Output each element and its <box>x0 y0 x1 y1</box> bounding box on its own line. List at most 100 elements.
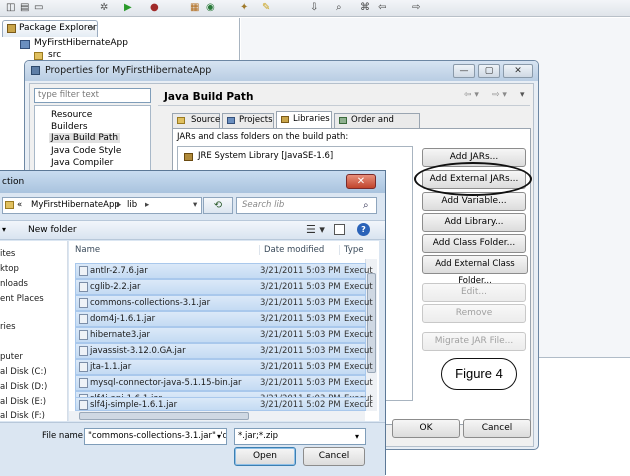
tab-libraries[interactable]: Libraries <box>276 111 332 128</box>
gear-icon[interactable]: ✲ <box>100 2 108 13</box>
print-icon[interactable]: ▭ <box>34 2 43 13</box>
scrollbar-horizontal[interactable] <box>69 411 365 421</box>
filetype-value: *.jar;*.zip <box>238 431 279 441</box>
save-icon[interactable]: ▤ <box>20 2 29 13</box>
nav-downloads[interactable]: nloads <box>0 279 28 289</box>
external-tools-icon[interactable]: ◉ <box>206 2 215 13</box>
remove-button[interactable]: Remove <box>422 304 526 323</box>
new-icon[interactable]: ◫ <box>6 2 15 13</box>
edit-button[interactable]: Edit... <box>422 283 526 302</box>
nav-disk-c[interactable]: al Disk (C:) <box>0 367 47 377</box>
close-icon[interactable]: ✕ <box>89 21 96 36</box>
address-dropdown-icon[interactable]: ▾ <box>193 198 197 213</box>
menu-icon[interactable]: ▾ <box>520 90 525 100</box>
migrate-jar-button[interactable]: Migrate JAR File... <box>422 332 526 351</box>
tree-item-java-build-path[interactable]: Java Build Path <box>49 133 121 143</box>
filter-input[interactable]: type filter text <box>34 88 151 103</box>
hscroll-thumb[interactable] <box>79 412 249 420</box>
tree-item-builders[interactable]: Builders <box>51 122 88 132</box>
back-icon[interactable]: ⇦ <box>378 2 386 13</box>
tree-item-java-code-style[interactable]: Java Code Style <box>51 146 121 156</box>
file-dialog-cancel-button[interactable]: Cancel <box>303 447 365 466</box>
figure-label: Figure 4 <box>441 358 517 390</box>
search-icon[interactable]: ⌕ <box>363 198 369 213</box>
minimize-button[interactable]: — <box>453 64 475 78</box>
breadcrumb-project[interactable]: MyFirstHibernateApp <box>31 198 120 213</box>
file-name: javassist-3.12.0.GA.jar <box>90 346 186 356</box>
explorer-tab[interactable]: Package Explorer ✕ <box>2 20 98 37</box>
file-dialog-close-button[interactable]: ✕ <box>346 174 376 189</box>
file-date: 3/21/2011 5:03 PM <box>260 298 341 308</box>
nav-disk-d[interactable]: al Disk (D:) <box>0 382 47 392</box>
file-row-6[interactable]: jta-1.1.jar 3/21/2011 5:03 PM Execut <box>75 359 373 375</box>
file-row-2[interactable]: commons-collections-3.1.jar 3/21/2011 5:0… <box>75 295 373 311</box>
file-row-0[interactable]: antlr-2.7.6.jar 3/21/2011 5:03 PM Execut <box>75 263 373 279</box>
column-date-header[interactable]: Date modified <box>259 245 324 255</box>
column-type-header[interactable]: Type <box>339 245 364 255</box>
forward-icon[interactable]: ⇨ <box>412 2 420 13</box>
file-row-4[interactable]: hibernate3.jar 3/21/2011 5:03 PM Execut <box>75 327 373 343</box>
tab-source[interactable]: Source <box>172 113 220 128</box>
debug-icon[interactable]: ● <box>150 2 159 13</box>
filetype-dropdown-icon[interactable]: ▾ <box>355 429 359 444</box>
properties-title: Properties for MyFirstHibernateApp <box>45 65 212 76</box>
file-row-3[interactable]: dom4j-1.6.1.jar 3/21/2011 5:03 PM Execut <box>75 311 373 327</box>
help-icon[interactable]: ? <box>357 223 370 236</box>
address-bar[interactable]: « MyFirstHibernateApp ▸ lib ▸ ▾ <box>2 197 202 214</box>
tab-source-label: Source <box>191 115 221 125</box>
tab-projects[interactable]: Projects <box>222 113 274 128</box>
preview-pane-icon[interactable] <box>334 224 345 235</box>
add-library-button[interactable]: Add Library... <box>422 213 526 232</box>
column-name-header[interactable]: Name <box>75 245 100 255</box>
nav-favorites[interactable]: ites <box>0 249 15 259</box>
breadcrumb-sep-1[interactable]: ▸ <box>117 198 121 213</box>
search-box[interactable]: Search lib ⌕ <box>236 197 377 214</box>
file-type: Execut <box>344 314 373 324</box>
new-java-project-icon[interactable]: ▦ <box>190 2 199 13</box>
organize-dropdown-icon[interactable]: ▾ <box>2 225 6 234</box>
file-type: Execut <box>344 346 373 356</box>
nav-disk-e[interactable]: al Disk (E:) <box>0 397 46 407</box>
nav-desktop[interactable]: ktop <box>0 264 19 274</box>
breadcrumb-overflow[interactable]: « <box>17 198 22 213</box>
new-package-icon[interactable]: ✦ <box>240 2 248 13</box>
refresh-button[interactable]: ⟲ <box>203 197 233 214</box>
add-class-folder-button[interactable]: Add Class Folder... <box>422 234 526 253</box>
tree-item-resource[interactable]: Resource <box>51 110 92 120</box>
search-icon[interactable]: ⌕ <box>336 2 342 13</box>
search-lib-input[interactable]: Search lib <box>242 200 284 210</box>
tab-order-export[interactable]: Order and Export <box>334 113 420 138</box>
file-row-5[interactable]: javassist-3.12.0.GA.jar 3/21/2011 5:03 PM… <box>75 343 373 359</box>
open-type-icon[interactable]: ⇩ <box>310 2 318 13</box>
forward-nav-icon[interactable]: ⇨ ▾ <box>492 90 507 100</box>
view-icon[interactable]: ☰ ▾ <box>306 223 325 236</box>
new-folder-button[interactable]: New folder <box>28 225 77 235</box>
jar-file-icon <box>79 298 88 308</box>
open-button[interactable]: Open <box>234 447 296 466</box>
properties-cancel-button[interactable]: Cancel <box>463 419 531 438</box>
nav-disk-f[interactable]: al Disk (F:) <box>0 411 45 421</box>
tab-libraries-label: Libraries <box>293 114 330 124</box>
filename-input[interactable]: "commons-collections-3.1.jar" "do ▾ <box>84 428 227 445</box>
close-button[interactable]: ✕ <box>503 64 533 78</box>
nav-recent-places[interactable]: ent Places <box>0 294 44 304</box>
file-row-1[interactable]: cglib-2.2.jar 3/21/2011 5:03 PM Execut <box>75 279 373 295</box>
filename-dropdown-icon[interactable]: ▾ <box>217 429 222 444</box>
navigation-pane: ites ktop nloads ent Places ries puter a… <box>0 241 68 421</box>
filetype-select[interactable]: *.jar;*.zip ▾ <box>234 428 366 445</box>
pin-icon[interactable]: ⌘ <box>360 2 370 13</box>
tree-item-java-compiler[interactable]: Java Compiler <box>51 158 113 168</box>
run-icon[interactable]: ▶ <box>124 2 132 13</box>
file-row-7[interactable]: mysql-connector-java-5.1.15-bin.jar 3/21/… <box>75 375 373 391</box>
back-nav-icon[interactable]: ⇦ ▾ <box>464 90 479 100</box>
folder-icon <box>34 52 43 60</box>
breadcrumb-sep-2[interactable]: ▸ <box>145 198 149 213</box>
new-class-icon[interactable]: ✎ <box>262 2 270 13</box>
maximize-button[interactable]: ▢ <box>478 64 500 78</box>
ok-button[interactable]: OK <box>392 419 460 438</box>
file-row-9[interactable]: slf4j-simple-1.6.1.jar 3/21/2011 5:02 PM E… <box>75 397 373 411</box>
nav-libraries[interactable]: ries <box>0 322 16 332</box>
breadcrumb-lib[interactable]: lib <box>127 198 137 213</box>
nav-computer[interactable]: puter <box>0 352 23 362</box>
add-external-class-folder-button[interactable]: Add External Class Folder... <box>422 255 528 286</box>
